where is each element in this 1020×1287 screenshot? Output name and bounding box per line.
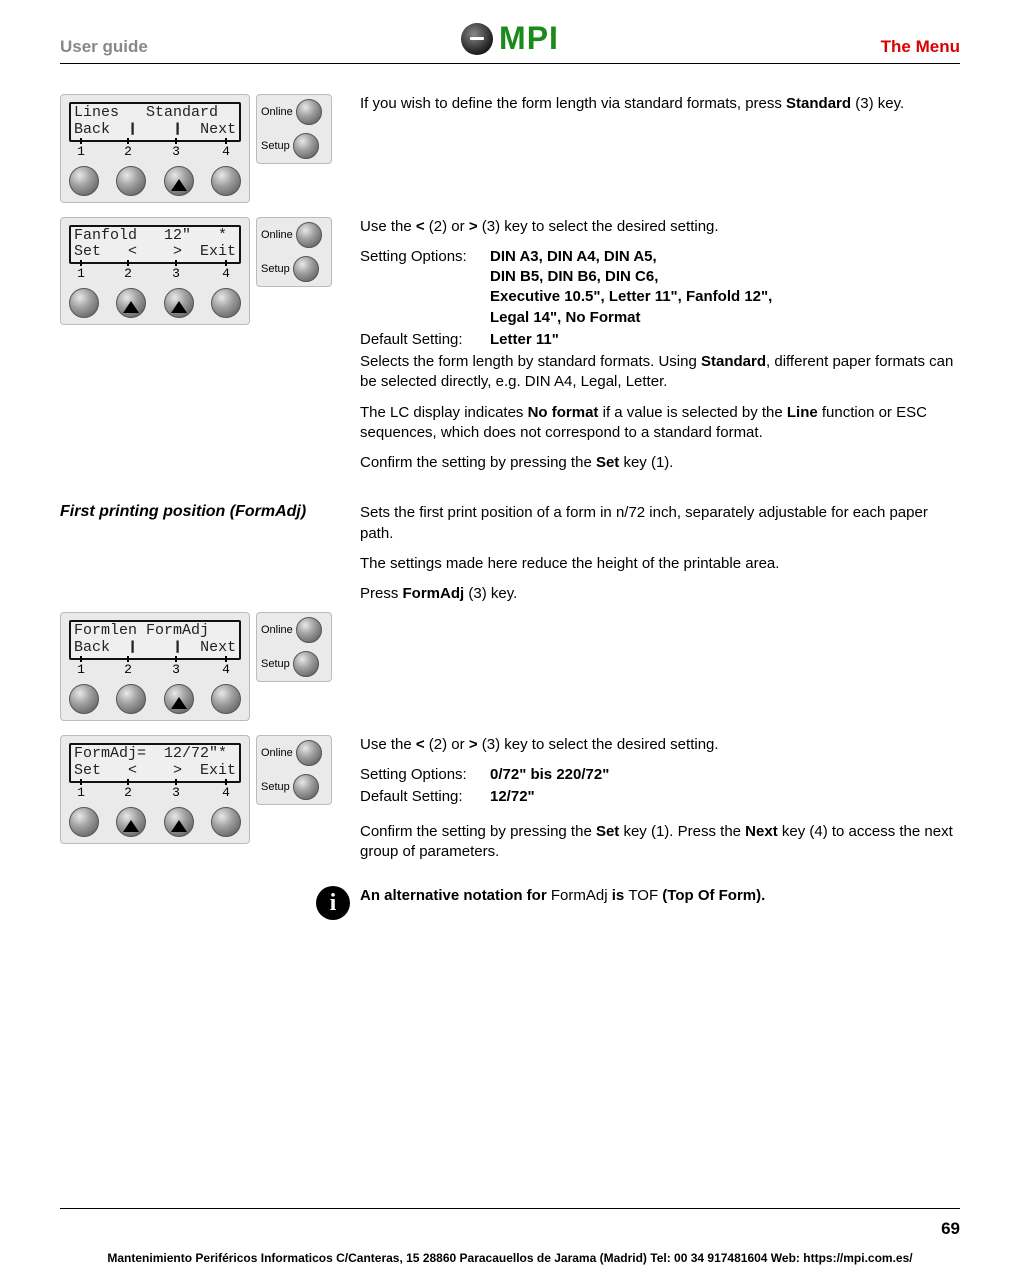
setup-label: Setup	[261, 263, 290, 275]
tick-1: 1	[72, 662, 90, 677]
tick-4: 4	[217, 662, 235, 677]
setup-label: Setup	[261, 658, 290, 670]
setting-options-2: Setting Options: 0/72" bis 220/72"	[360, 765, 960, 785]
logo-text: MPI	[499, 20, 559, 57]
button-3[interactable]	[164, 807, 194, 837]
online-label: Online	[261, 624, 293, 636]
page-header: User guide MPI The Menu	[60, 20, 960, 64]
default-setting-2: Default Setting: 12/72"	[360, 787, 960, 807]
button-4[interactable]	[211, 166, 241, 196]
lcd-display: FormAdj= 12/72"* Set < > Exit	[69, 743, 241, 783]
header-right: The Menu	[660, 37, 960, 57]
online-button[interactable]	[296, 222, 322, 248]
button-2[interactable]	[116, 288, 146, 318]
button-1[interactable]	[69, 166, 99, 196]
online-label: Online	[261, 747, 293, 759]
button-2[interactable]	[116, 807, 146, 837]
tick-3: 3	[167, 144, 185, 159]
header-logo: MPI	[360, 20, 660, 57]
header-left: User guide	[60, 37, 360, 57]
tick-2: 2	[119, 785, 137, 800]
button-4[interactable]	[211, 288, 241, 318]
footer-rule	[60, 1208, 960, 1209]
tick-1: 1	[72, 266, 90, 281]
lcd-display: Formlen FormAdj Back ❙ ❙ Next	[69, 620, 241, 660]
setup-button[interactable]	[293, 774, 319, 800]
lcd-display: Lines Standard Back ❙ ❙ Next	[69, 102, 241, 142]
info-icon: i	[316, 886, 350, 920]
button-1[interactable]	[69, 288, 99, 318]
tick-2: 2	[119, 662, 137, 677]
tick-2: 2	[119, 266, 137, 281]
page-number: 69	[941, 1219, 960, 1239]
text-select-setting: Use the < (2) or > (3) key to select the…	[360, 217, 960, 237]
text-lc-display: The LC display indicates No format if a …	[360, 403, 960, 444]
setup-label: Setup	[261, 781, 290, 793]
tick-2: 2	[119, 144, 137, 159]
text-press-formadj: Press FormAdj (3) key.	[360, 584, 960, 604]
button-4[interactable]	[211, 807, 241, 837]
tick-4: 4	[217, 144, 235, 159]
button-1[interactable]	[69, 807, 99, 837]
text-info-tof: An alternative notation for FormAdj is T…	[360, 886, 960, 906]
setup-button[interactable]	[293, 651, 319, 677]
tick-1: 1	[72, 144, 90, 159]
control-panel-2: Fanfold 12" * Set < > Exit 1 2 3 4	[60, 217, 350, 326]
section-title-formadj: First printing position (FormAdj)	[60, 503, 306, 520]
button-3[interactable]	[164, 288, 194, 318]
setup-label: Setup	[261, 140, 290, 152]
lcd-display: Fanfold 12" * Set < > Exit	[69, 225, 241, 265]
online-button[interactable]	[296, 740, 322, 766]
tick-3: 3	[167, 662, 185, 677]
text-confirm-set: Confirm the setting by pressing the Set …	[360, 453, 960, 473]
button-1[interactable]	[69, 684, 99, 714]
online-button[interactable]	[296, 99, 322, 125]
online-button[interactable]	[296, 617, 322, 643]
page: User guide MPI The Menu Lines Standard B…	[0, 0, 1020, 1287]
control-panel-4: FormAdj= 12/72"* Set < > Exit 1 2 3 4	[60, 735, 350, 844]
online-label: Online	[261, 229, 293, 241]
text-reduce-height: The settings made here reduce the height…	[360, 554, 960, 574]
tick-3: 3	[167, 785, 185, 800]
text-first-print-pos: Sets the first print position of a form …	[360, 503, 960, 544]
text-press-standard: If you wish to define the form length vi…	[360, 94, 960, 114]
control-panel-3: Formlen FormAdj Back ❙ ❙ Next 1 2 3 4	[60, 612, 350, 721]
button-2[interactable]	[116, 166, 146, 196]
control-panel-1: Lines Standard Back ❙ ❙ Next 1 2 3 4	[60, 94, 350, 203]
button-3[interactable]	[164, 684, 194, 714]
button-3[interactable]	[164, 166, 194, 196]
online-label: Online	[261, 106, 293, 118]
text-selects-form: Selects the form length by standard form…	[360, 352, 960, 393]
default-setting: Default Setting: Letter 11"	[360, 330, 960, 350]
tick-4: 4	[217, 785, 235, 800]
button-2[interactable]	[116, 684, 146, 714]
button-4[interactable]	[211, 684, 241, 714]
setup-button[interactable]	[293, 256, 319, 282]
footer-text: Mantenimiento Periféricos Informaticos C…	[0, 1251, 1020, 1265]
text-select-setting-2: Use the < (2) or > (3) key to select the…	[360, 735, 960, 755]
tick-4: 4	[217, 266, 235, 281]
setup-button[interactable]	[293, 133, 319, 159]
text-confirm-next: Confirm the setting by pressing the Set …	[360, 822, 960, 863]
setting-options: Setting Options: DIN A3, DIN A4, DIN A5,…	[360, 247, 960, 328]
tick-1: 1	[72, 785, 90, 800]
tick-3: 3	[167, 266, 185, 281]
printer-icon	[461, 23, 493, 55]
